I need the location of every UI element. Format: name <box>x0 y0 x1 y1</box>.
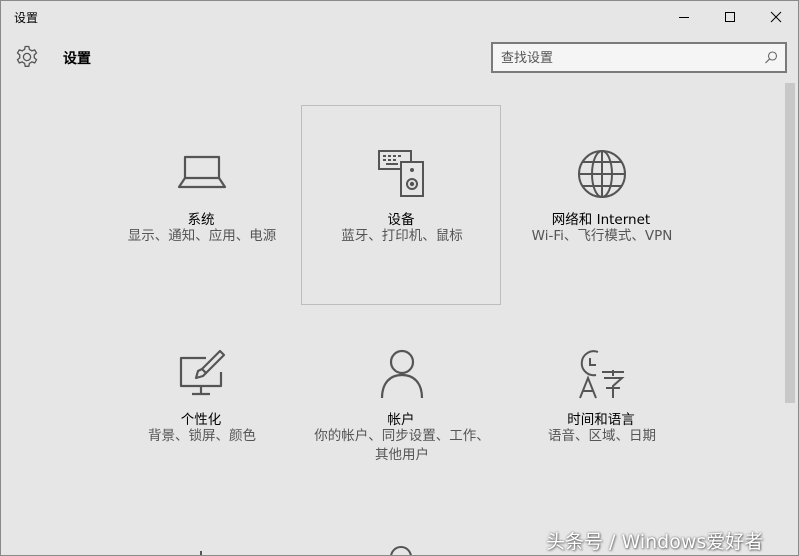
tile-personalization[interactable]: 个性化 背景、锁屏、颜色 <box>101 305 301 505</box>
window-title: 设置 <box>14 11 39 25</box>
search-box[interactable] <box>491 42 787 73</box>
title-bar: 设置 <box>1 1 798 33</box>
time-language-icon <box>579 350 625 399</box>
tile-description: Wi-Fi、飞行模式、VPN <box>531 228 673 244</box>
tile-description: 蓝牙、打印机、鼠标 <box>341 228 463 244</box>
devices-icon <box>378 150 424 197</box>
tile-title: 网络和 Internet <box>551 212 651 228</box>
scrollbar[interactable] <box>785 83 795 555</box>
tile-accounts[interactable]: 帐户 你的帐户、同步设置、工作、其他用户 <box>301 305 501 505</box>
minimize-icon <box>679 17 689 18</box>
tile-description: 背景、锁屏、颜色 <box>148 428 256 444</box>
tile-description: 你的帐户、同步设置、工作、其他用户 <box>314 428 490 463</box>
maximize-button[interactable] <box>707 1 753 33</box>
tile-devices[interactable]: 设备 蓝牙、打印机、鼠标 <box>301 105 501 305</box>
maximize-icon <box>725 12 735 22</box>
search-icon[interactable] <box>763 50 779 66</box>
gear-icon <box>16 45 38 67</box>
tile-title: 帐户 <box>387 412 415 428</box>
tile-title: 设备 <box>387 212 415 228</box>
tile-title: 个性化 <box>180 412 222 428</box>
tile-time-language[interactable]: 时间和语言 语音、区域、日期 <box>501 305 701 505</box>
tile-system[interactable]: 系统 显示、通知、应用、电源 <box>101 105 301 305</box>
settings-header: 设置 <box>1 33 798 81</box>
tile-title: 系统 <box>187 212 215 228</box>
tile-description: 显示、通知、应用、电源 <box>127 228 277 244</box>
tile-network[interactable]: 网络和 Internet Wi-Fi、飞行模式、VPN <box>501 105 701 305</box>
page-title: 设置 <box>63 51 91 67</box>
partial-tile-icon <box>390 546 412 555</box>
scrollbar-thumb[interactable] <box>785 83 795 403</box>
laptop-icon <box>177 155 227 189</box>
watermark: 头条号 / Windows爱好者 <box>546 531 764 553</box>
tile-description: 语音、区域、日期 <box>548 428 656 444</box>
globe-icon <box>578 150 626 198</box>
close-icon <box>770 11 782 23</box>
tile-title: 时间和语言 <box>567 412 635 428</box>
close-button[interactable] <box>753 1 798 33</box>
person-icon <box>380 349 424 399</box>
minimize-button[interactable] <box>661 1 707 33</box>
search-input[interactable] <box>501 48 751 68</box>
personalization-icon <box>179 349 226 396</box>
partial-tile-icon <box>200 551 202 555</box>
settings-window: 设置 设置 查找设置 系统 显示、通知、应用、电源 设备 蓝牙、打印机、鼠标 网… <box>0 0 799 556</box>
